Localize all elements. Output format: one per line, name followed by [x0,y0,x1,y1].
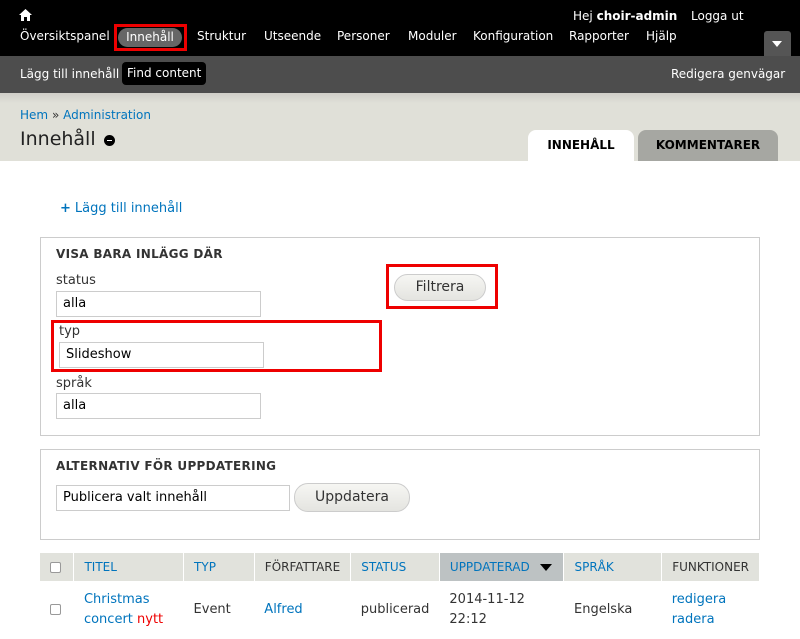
column-author: FÖRFATTARE [254,553,352,581]
update-options-fieldset: ALTERNATIV FÖR UPPDATERING Publicera val… [40,449,760,540]
user-greeting: Hej choir-admin [573,9,678,23]
shortcut-find-content[interactable]: Find content [122,62,207,85]
row-language: Engelska [563,581,662,639]
table-header-row: TITEL TYP FÖRFATTARE STATUS UPPDATERAD S… [40,553,760,581]
drawer-toggle-button[interactable] [764,31,791,56]
row-type: Event [183,581,255,639]
update-button[interactable]: Uppdatera [294,483,410,512]
highlight-box-filter [386,264,498,309]
remove-shortcut-icon[interactable] [104,135,115,146]
breadcrumb-home[interactable]: Hem [20,108,48,122]
menu-configuration[interactable]: Konfiguration [473,29,553,43]
row-status: publicerad [350,581,440,639]
home-icon[interactable] [19,9,32,21]
row-checkbox[interactable] [50,603,61,615]
row-title-cell: Christmas concert nytt [73,581,184,639]
menu-people[interactable]: Personer [337,29,390,43]
update-legend: ALTERNATIV FÖR UPPDATERING [56,459,277,473]
tab-comments[interactable]: KOMMENTARER [638,130,778,161]
row-author-cell: Alfred [254,581,351,639]
menu-help[interactable]: Hjälp [646,29,677,43]
breadcrumb-separator: » [51,108,60,122]
menu-appearance[interactable]: Utseende [264,29,321,43]
chevron-down-icon [772,41,782,47]
shortcut-add-content[interactable]: Lägg till innehåll [20,67,119,81]
row-operations: redigera radera [661,581,760,639]
menu-dashboard[interactable]: Översiktspanel [20,29,110,43]
row-select-cell [40,581,74,639]
filter-legend: VISA BARA INLÄGG DÄR [56,247,223,261]
table-row: Christmas concert nytt Event Alfred publ… [40,581,760,639]
new-marker: nytt [137,611,164,627]
operation-select[interactable]: Publicera valt innehåll [56,485,290,511]
menu-modules[interactable]: Moduler [408,29,457,43]
breadcrumb: Hem » Administration [20,108,151,122]
delete-link[interactable]: radera [672,612,715,627]
menu-structure[interactable]: Struktur [197,29,246,43]
row-updated: 2014-11-12 22:12 [439,581,564,639]
select-all-cell [40,553,75,581]
sort-desc-icon [539,564,552,571]
status-select[interactable]: alla [56,291,261,317]
row-author-link[interactable]: Alfred [264,602,302,617]
column-type[interactable]: TYP [183,553,255,581]
column-title[interactable]: TITEL [73,553,185,581]
language-label: språk [56,376,92,391]
language-select[interactable]: alla [56,393,261,419]
menu-reports[interactable]: Rapporter [569,29,629,43]
filter-fieldset: VISA BARA INLÄGG DÄR status alla typ Sli… [40,237,760,436]
status-label: status [56,273,96,288]
column-updated[interactable]: UPPDATERAD [439,553,565,581]
username-link[interactable]: choir-admin [597,9,678,23]
select-all-checkbox[interactable] [50,562,61,573]
column-language[interactable]: SPRÅK [563,553,663,581]
highlight-box-menu-content [114,24,187,51]
shortcuts-bar: Lägg till innehåll Find content Redigera… [0,56,800,93]
edit-link[interactable]: redigera [672,592,726,607]
column-operations: FUNKTIONER [661,553,760,581]
admin-toolbar: Hej choir-admin Logga ut Översiktspanel … [0,0,800,56]
page-title: Innehåll [20,128,96,150]
logout-link[interactable]: Logga ut [691,9,744,23]
add-content-link[interactable]: + Lägg till innehåll [60,201,182,216]
page-header: Hem » Administration Innehåll INNEHÅLL K… [0,93,800,161]
highlight-box-type [51,320,382,372]
column-status[interactable]: STATUS [350,553,440,581]
content-table: TITEL TYP FÖRFATTARE STATUS UPPDATERAD S… [40,553,760,639]
tab-content[interactable]: INNEHÅLL [528,130,634,161]
breadcrumb-administration[interactable]: Administration [63,108,151,122]
plus-icon: + [60,201,71,216]
edit-shortcuts-link[interactable]: Redigera genvägar [671,67,785,81]
